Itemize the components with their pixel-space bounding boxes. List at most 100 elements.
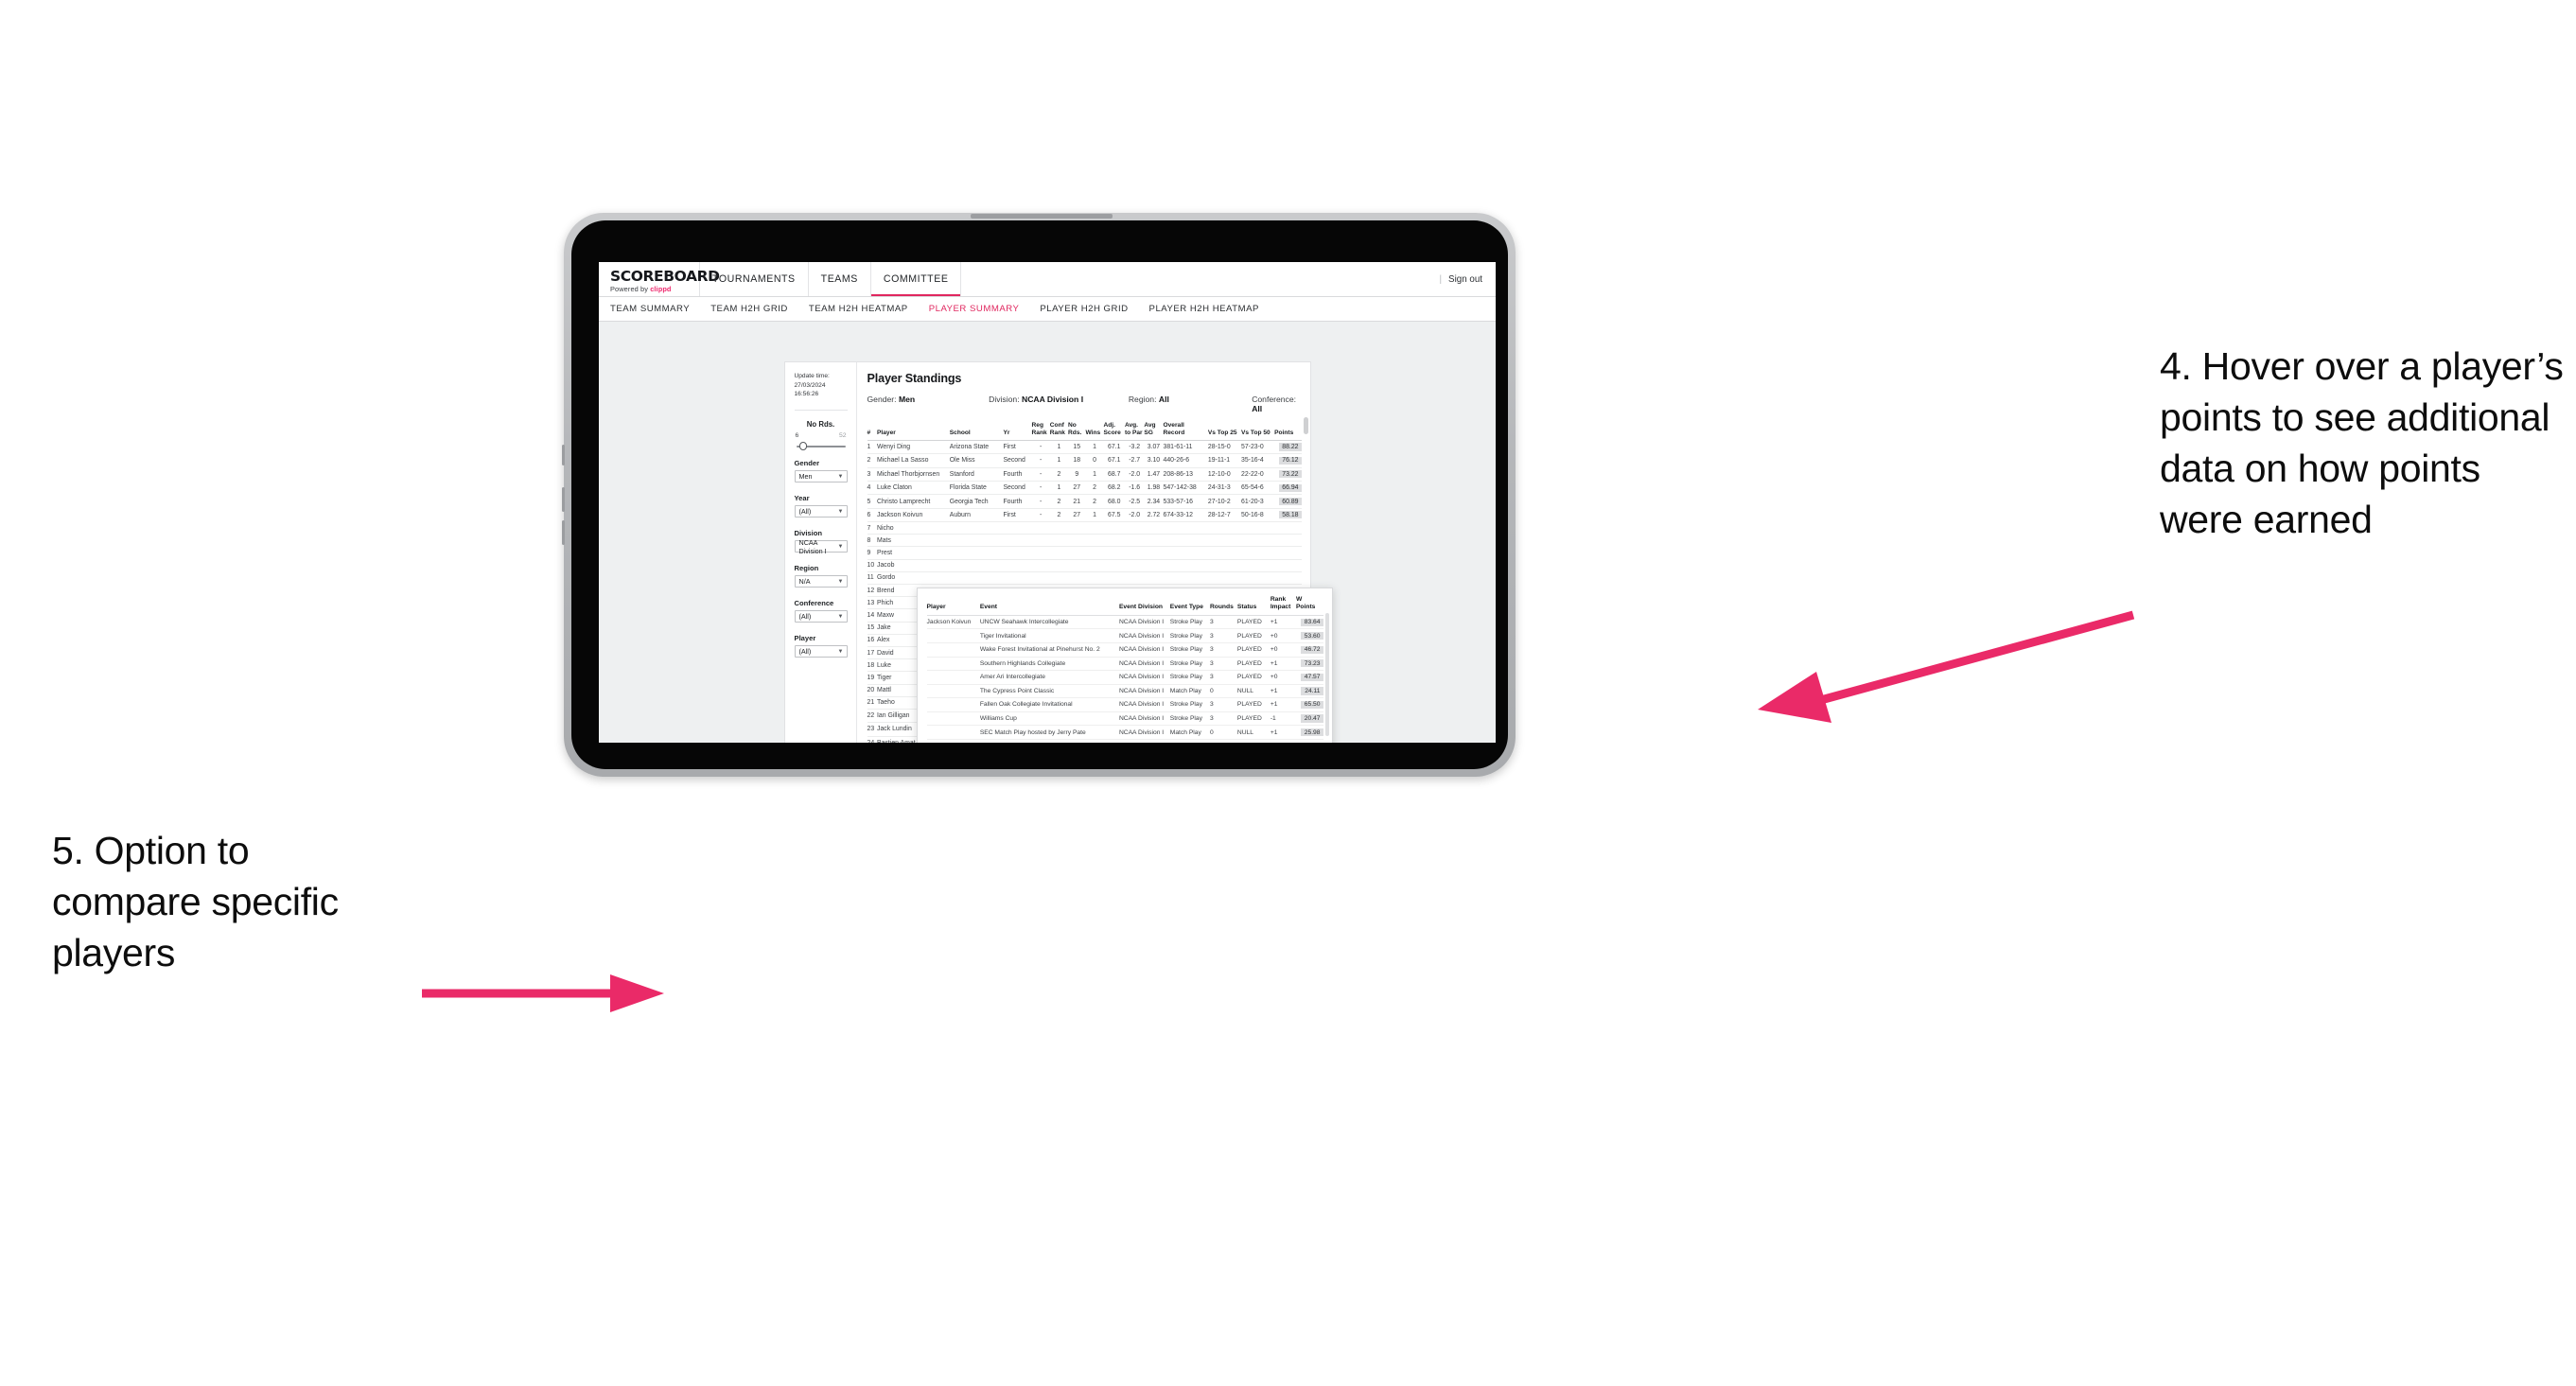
col-wins[interactable]: Wins — [1085, 422, 1104, 441]
filter-year-select[interactable]: (All) ▼ — [794, 505, 848, 518]
cell-record: 381-61-11 — [1163, 440, 1208, 455]
points-value[interactable]: 60.89 — [1278, 497, 1302, 506]
subnav-player-summary[interactable]: PLAYER SUMMARY — [929, 304, 1020, 314]
subnav-team-h2h-grid[interactable]: TEAM H2H GRID — [710, 304, 788, 314]
standings-row[interactable]: 7 Nicho — [867, 521, 1302, 535]
standings-row[interactable]: 8 Mats — [867, 534, 1302, 548]
col-avg-sg[interactable]: Avg SG — [1144, 422, 1164, 441]
cell-confrank: 2 — [1049, 508, 1069, 523]
col-vs-top-25[interactable]: Vs Top 25 — [1207, 422, 1242, 441]
filter-region-select[interactable]: N/A ▼ — [794, 575, 848, 588]
col-vs-top-50[interactable]: Vs Top 50 — [1241, 422, 1275, 441]
tt-cell-wpoints: 46.72 — [1295, 642, 1323, 658]
col-adj-score[interactable]: Adj. Score — [1103, 422, 1125, 441]
main-panel: Player Standings Gender: Men Division: N… — [857, 362, 1333, 743]
filter-conference-select[interactable]: (All) ▼ — [794, 610, 848, 623]
cell-avgsg: 1.47 — [1144, 467, 1164, 482]
filter-gender-select[interactable]: Men ▼ — [794, 470, 848, 483]
cell-num: 17 — [867, 646, 878, 660]
tt-col-evdiv-l1: Event Division — [1118, 603, 1164, 610]
standings-row[interactable]: 6 Jackson Koivun Auburn First -2 27 1 67.5 -2.0 2… — [867, 508, 1302, 523]
cell-wins — [1085, 571, 1104, 586]
tt-cell-player — [926, 628, 980, 643]
nav-item-tournaments[interactable]: TOURNAMENTS — [700, 262, 809, 296]
tooltip-vertical-scrollbar[interactable] — [1324, 613, 1329, 736]
col-avg-to-par[interactable]: Avg. to Par — [1124, 422, 1145, 441]
standings-row[interactable]: 1 Wenyi Ding Arizona State First -1 15 1 67.1 -3… — [867, 440, 1302, 455]
cell-wins: 0 — [1085, 453, 1104, 468]
cell-record: 533-57-16 — [1163, 494, 1208, 509]
col-conf-rank[interactable]: Conf Rank — [1049, 422, 1069, 441]
cell-yr: First — [1003, 440, 1032, 455]
cell-t50: 61-20-3 — [1241, 494, 1275, 509]
standings-row[interactable]: 5 Christo Lamprecht Georgia Tech Fourth -2 21… — [867, 494, 1302, 509]
cell-num: 10 — [867, 559, 878, 572]
nav-item-teams[interactable]: TEAMS — [809, 262, 871, 296]
slider-max-value: 52 — [838, 431, 847, 439]
points-value[interactable]: 66.94 — [1278, 483, 1302, 492]
col-points[interactable]: Points — [1274, 422, 1302, 441]
meta-region-value: All — [1158, 395, 1169, 404]
filter-division-select[interactable]: NCAA Division I ▼ — [794, 538, 848, 555]
volume-up-button[interactable] — [562, 487, 565, 512]
col-conf-rank-l1: Conf — [1049, 422, 1064, 429]
no-rounds-slider[interactable] — [796, 442, 846, 451]
cell-school: Ole Miss — [949, 453, 1004, 468]
cell-regrank: - — [1031, 440, 1050, 455]
power-button[interactable] — [562, 445, 565, 465]
col-rank[interactable]: # — [867, 422, 878, 441]
cell-record: 674-33-12 — [1163, 508, 1208, 523]
cell-wins: 2 — [1085, 481, 1104, 496]
slider-min-value: 6 — [795, 431, 799, 439]
cell-player: Jackson Koivun — [877, 508, 950, 523]
nav-right-group: | Sign out — [1440, 262, 1497, 296]
points-value[interactable]: 76.12 — [1278, 456, 1302, 465]
col-reg-rank[interactable]: Reg Rank — [1031, 422, 1050, 441]
cell-wins: 1 — [1085, 508, 1104, 523]
standings-row[interactable]: 4 Luke Claton Florida State Second -1 27 2 68.2… — [867, 481, 1302, 496]
cell-school — [949, 559, 1004, 572]
standings-row[interactable]: 10 Jacob — [867, 559, 1302, 572]
col-overall-record[interactable]: Overall Record — [1163, 422, 1208, 441]
filter-player-select[interactable]: (All) ▼ — [794, 645, 848, 658]
slider-thumb[interactable] — [798, 442, 807, 451]
cell-points: 76.12 — [1274, 453, 1302, 468]
points-value[interactable]: 88.22 — [1278, 443, 1302, 451]
logo-brand-clippd: clippd — [650, 285, 672, 294]
col-school[interactable]: School — [949, 422, 1004, 441]
cell-adjscore: 67.5 — [1103, 508, 1125, 523]
tt-cell-evdiv: NCAA Division I — [1118, 670, 1170, 685]
annotation-right-text: 4. Hover over a player’s points to see a… — [2160, 344, 2564, 542]
volume-down-button[interactable] — [562, 520, 565, 545]
app-logo[interactable]: SCOREBOARD Powered by clippd — [599, 262, 720, 296]
tt-col-player: Player — [926, 596, 980, 616]
subnav-player-h2h-heatmap[interactable]: PLAYER H2H HEATMAP — [1149, 304, 1259, 314]
col-player[interactable]: Player — [877, 422, 950, 441]
cell-regrank — [1031, 534, 1050, 548]
tt-cell-player — [926, 739, 980, 743]
cell-record — [1163, 521, 1208, 535]
points-value[interactable]: 58.18 — [1278, 511, 1302, 519]
col-yr[interactable]: Yr — [1003, 422, 1032, 441]
tt-cell-evdiv: NCAA Division I — [1118, 628, 1170, 643]
nav-item-committee[interactable]: COMMITTEE — [870, 262, 962, 296]
col-no-rds[interactable]: No Rds. — [1068, 422, 1086, 441]
points-value[interactable]: 73.22 — [1278, 470, 1302, 479]
subnav-team-summary[interactable]: TEAM SUMMARY — [610, 304, 690, 314]
subnav-player-h2h-grid[interactable]: PLAYER H2H GRID — [1040, 304, 1128, 314]
tt-cell-wpoints: 56.18 — [1295, 739, 1323, 743]
standings-row[interactable]: 3 Michael Thorbjornsen Stanford Fourth -2 9 1 6… — [867, 467, 1302, 482]
cell-t50 — [1241, 534, 1275, 548]
subnav-team-h2h-heatmap[interactable]: TEAM H2H HEATMAP — [809, 304, 908, 314]
cell-regrank — [1031, 571, 1050, 586]
standings-row[interactable]: 11 Gordo — [867, 571, 1302, 586]
table-vertical-scrollbar[interactable] — [1303, 417, 1308, 434]
tt-cell-evtype: Stroke Play — [1169, 711, 1210, 727]
standings-row[interactable]: 2 Michael La Sasso Ole Miss Second -1 18 0 67.1… — [867, 453, 1302, 468]
standings-row[interactable]: 9 Prest — [867, 546, 1302, 560]
cell-adjscore — [1103, 521, 1125, 535]
filter-player-label: Player — [794, 634, 816, 643]
cell-wins — [1085, 546, 1104, 560]
sign-out-link[interactable]: Sign out — [1448, 274, 1482, 285]
tt-cell-player — [926, 642, 980, 658]
